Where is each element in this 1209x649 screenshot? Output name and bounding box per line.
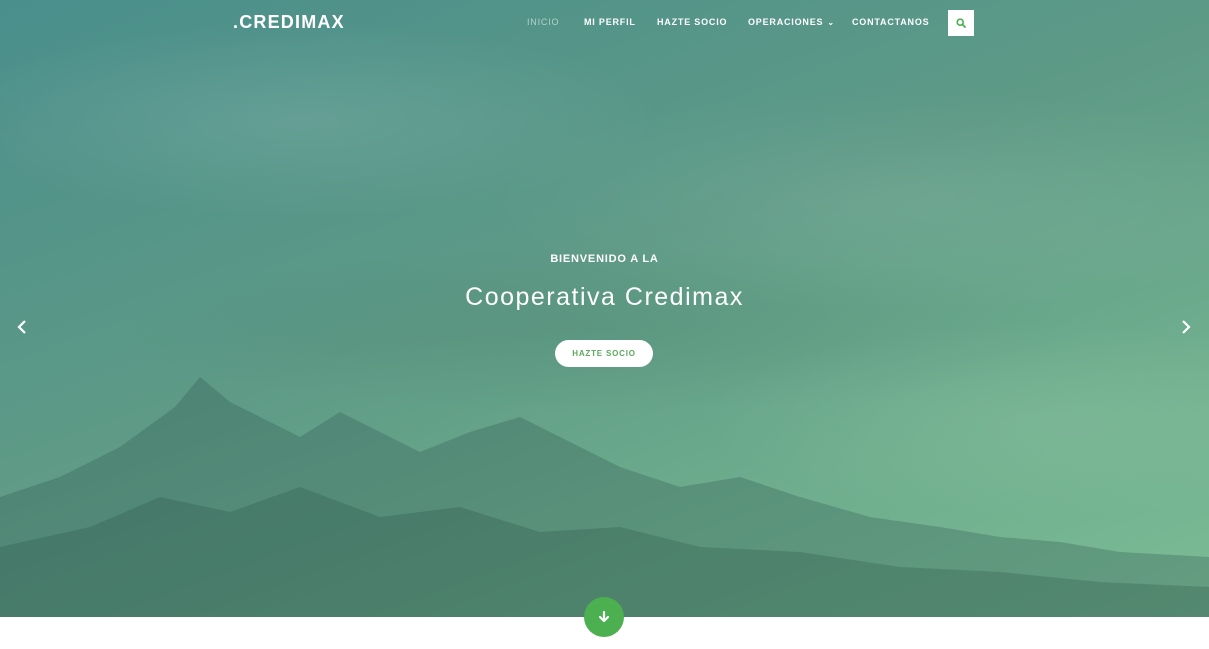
hero-background-mountains — [0, 377, 1209, 617]
chevron-left-icon — [17, 320, 26, 334]
hero-subtitle: BIENVENIDO A LA — [550, 253, 659, 265]
hero-title: Cooperativa Credimax — [465, 283, 744, 311]
arrow-down-icon — [598, 611, 610, 623]
search-button[interactable] — [948, 10, 974, 36]
slider-prev-button[interactable] — [12, 316, 32, 338]
nav-item-contactanos[interactable]: CONTACTANOS — [852, 17, 929, 27]
chevron-right-icon — [1182, 320, 1191, 334]
navbar: .CREDIMAX INICIO MI PERFIL HAZTE SOCIO O… — [0, 0, 1209, 46]
scroll-down-button[interactable] — [584, 597, 624, 637]
slider-next-button[interactable] — [1176, 316, 1196, 338]
hazte-socio-button[interactable]: HAZTE SOCIO — [555, 340, 653, 367]
brand-logo[interactable]: .CREDIMAX — [233, 12, 345, 33]
nav-item-inicio[interactable]: INICIO — [527, 17, 559, 27]
search-icon — [956, 18, 966, 28]
nav-item-operaciones-label: OPERACIONES — [748, 17, 824, 27]
nav-item-mi-perfil[interactable]: MI PERFIL — [584, 17, 636, 27]
nav-item-operaciones[interactable]: OPERACIONES ⌄ — [748, 17, 835, 27]
chevron-down-icon: ⌄ — [827, 18, 835, 27]
nav-item-hazte-socio[interactable]: HAZTE SOCIO — [657, 17, 727, 27]
